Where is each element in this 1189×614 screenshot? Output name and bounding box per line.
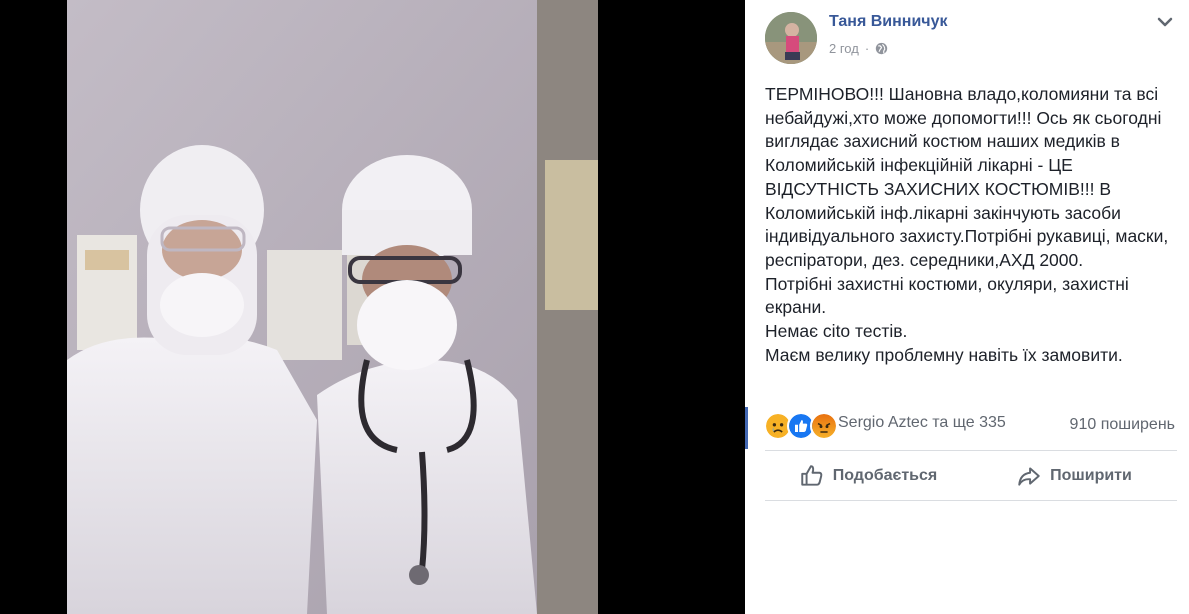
avatar-icon xyxy=(765,12,817,64)
post-options-menu[interactable] xyxy=(1153,10,1177,34)
divider xyxy=(765,500,1177,501)
reactions-bar: Sergio Aztec та ще 335 910 поширень xyxy=(745,403,1189,449)
post-text: ТЕРМІНОВО!!! Шановна владо,коломияни та … xyxy=(765,84,1169,365)
focus-indicator xyxy=(745,407,748,449)
separator-dot: · xyxy=(864,41,870,56)
post-photo[interactable] xyxy=(67,0,598,614)
share-button[interactable]: Поширити xyxy=(971,452,1177,500)
chevron-down-icon xyxy=(1157,17,1173,27)
post-meta: 2 год · xyxy=(829,41,888,56)
globe-icon[interactable] xyxy=(875,42,888,55)
shares-count[interactable]: 910 поширень xyxy=(1070,416,1175,434)
like-button[interactable]: Подобається xyxy=(765,452,971,500)
share-icon xyxy=(1018,467,1040,486)
reaction-icons[interactable] xyxy=(764,412,838,440)
share-label: Поширити xyxy=(1050,467,1132,484)
photo-viewer xyxy=(0,0,745,614)
reaction-names[interactable]: Sergio Aztec та ще 335 xyxy=(838,414,1006,432)
thumbs-up-icon xyxy=(801,465,823,486)
like-label: Подобається xyxy=(832,467,938,484)
photo-illustration xyxy=(67,0,598,614)
author-avatar[interactable] xyxy=(765,12,817,64)
post-time[interactable]: 2 год xyxy=(829,41,859,56)
action-bar: Подобається Поширити xyxy=(765,452,1177,500)
author-name[interactable]: Таня Винничук xyxy=(829,13,947,31)
angry-icon xyxy=(810,412,838,440)
post-panel: Таня Винничук 2 год · ТЕРМІНОВО!!! Шанов… xyxy=(745,0,1189,614)
divider xyxy=(765,450,1177,451)
